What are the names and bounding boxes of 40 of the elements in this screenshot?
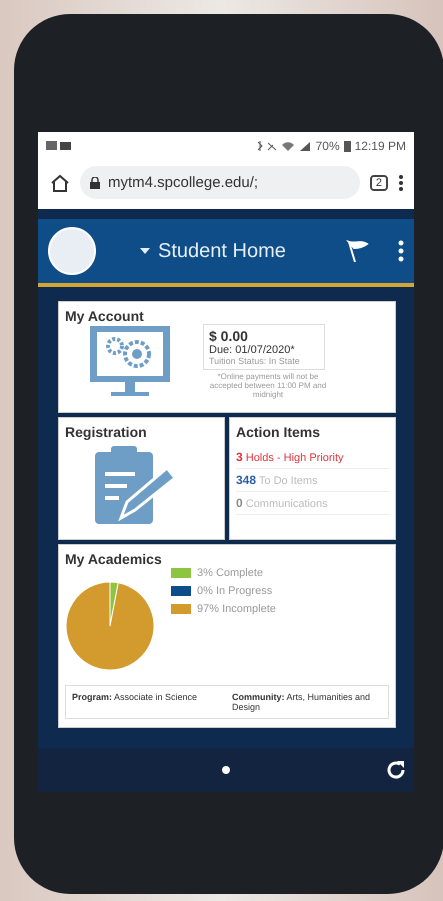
home-icon[interactable] — [50, 174, 70, 192]
payment-note: *Online payments will not be accepted between 11:00 PM and midnight — [208, 372, 328, 399]
account-card[interactable]: My Account $ 0.00 Due: 01/07/2020* Tuition Status: In State *Online payments will not be accepted between 11:00 PM and midnight — [58, 301, 396, 413]
lock-icon — [90, 176, 100, 188]
registration-card[interactable]: Registration — [58, 417, 225, 540]
action-item[interactable]: 3 Holds - High Priority — [236, 446, 389, 469]
battery-percentage: 70% — [316, 139, 340, 153]
action-items-card[interactable]: Action Items 3 Holds - High Priority 348 To Do Items 0 Communications — [229, 417, 396, 540]
due-date: Due: 01/07/2020* — [209, 344, 296, 356]
address-bar[interactable]: mytm4.spcollege.edu/; — [80, 166, 360, 199]
tuition-status: Tuition Status: In State — [209, 356, 301, 366]
item-label: Holds - High Priority — [246, 452, 344, 464]
item-count: 3 — [236, 450, 243, 464]
action-item[interactable]: 348 To Do Items — [236, 469, 389, 492]
clock-time: 12:19 PM — [354, 139, 406, 153]
tab-count-button[interactable]: 2 — [370, 174, 388, 190]
detail-text: Community: Arts, Humanities and Design — [232, 692, 372, 712]
item-count: 348 — [236, 473, 256, 487]
card-title: My Account — [65, 308, 145, 324]
caret-icon[interactable] — [140, 248, 150, 254]
item-label: Communications — [246, 498, 328, 510]
card-title: Registration — [65, 424, 148, 440]
signal-icons — [256, 140, 312, 152]
flag-icon[interactable] — [346, 240, 370, 262]
balance-amount: $ 0.00 — [209, 328, 249, 344]
item-label: To Do Items — [258, 475, 318, 487]
legend-label: 97% Incomplete — [197, 603, 276, 615]
legend-label: 0% In Progress — [197, 585, 272, 597]
page-dot-icon — [222, 766, 230, 774]
card-title: Action Items — [236, 424, 322, 440]
academics-card[interactable]: My Academics 3% Complete 0% In Progress 97% Incomplete Program: Associate in Science Community: Arts, Humanities and Design — [58, 544, 396, 728]
more-icon[interactable] — [398, 240, 404, 262]
more-icon[interactable] — [398, 174, 404, 192]
detail-text: Program: Associate in Science — [72, 692, 198, 704]
legend-label: 3% Complete — [197, 567, 264, 579]
image-icon — [46, 141, 72, 151]
battery-icon — [344, 140, 351, 152]
item-count: 0 — [236, 496, 243, 510]
card-title: My Academics — [65, 551, 163, 567]
page-title[interactable]: Student Home — [158, 240, 286, 262]
